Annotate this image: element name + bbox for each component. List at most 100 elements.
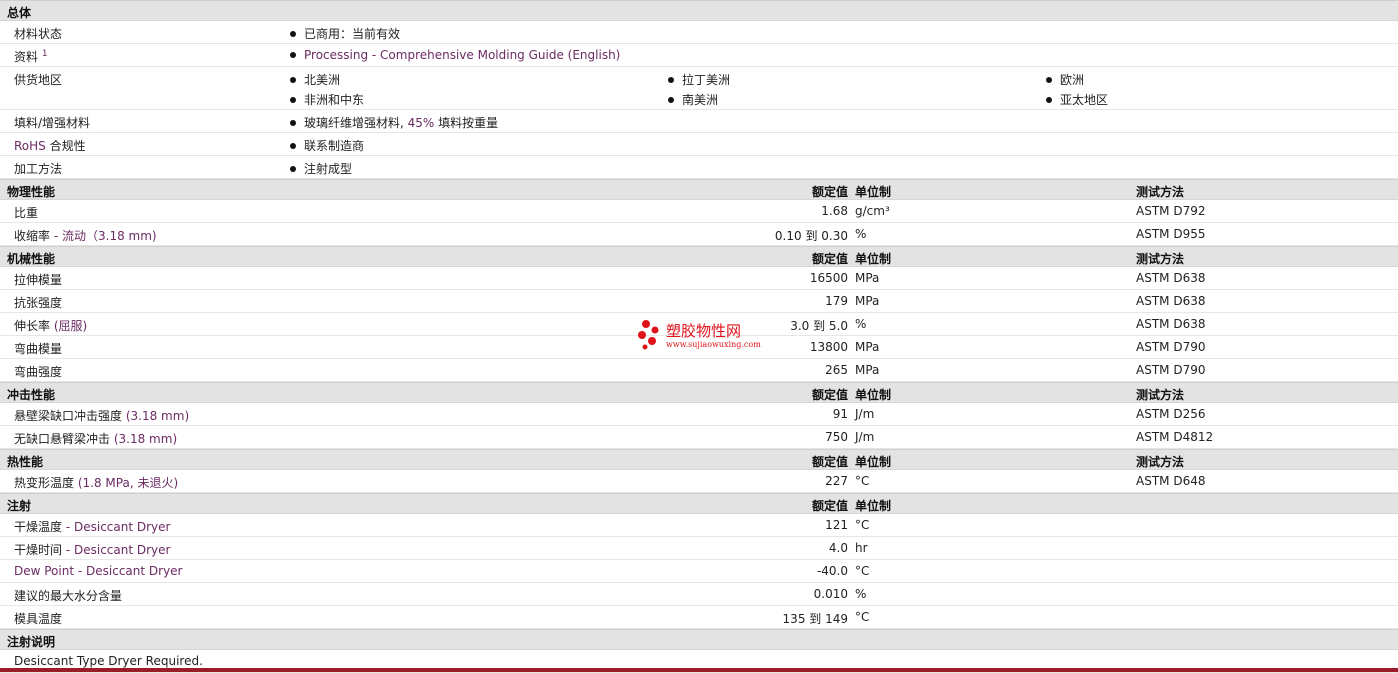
column-header-nominal: 额定值 [811, 499, 848, 513]
nominal-value: 227 [825, 474, 848, 488]
nominal-value: 0.10 到 0.30 [774, 229, 848, 243]
section-header-physical: 物理性能 额定值 单位制 测试方法 [0, 179, 1398, 200]
unit-value: MPa [855, 363, 880, 377]
row-label: 拉伸模量 [14, 273, 63, 287]
bullet-item: 注射成型 [290, 160, 352, 177]
bullet-icon [290, 52, 296, 58]
unit-value: g/cm³ [855, 204, 890, 218]
test-method: ASTM D638 [1136, 317, 1206, 331]
section-header-mechanical: 机械性能 额定值 单位制 测试方法 [0, 246, 1398, 267]
row-label: 干燥时间 - Desiccant Dryer [14, 543, 171, 557]
test-method: ASTM D256 [1136, 407, 1206, 421]
table-row: 无缺口悬臂梁冲击 (3.18 mm) 750 J/m ASTM D4812 [0, 426, 1398, 449]
row-material-status: 材料状态 已商用：当前有效 [0, 21, 1398, 44]
footer-bar [0, 668, 1398, 672]
molecule-logo-icon [638, 320, 659, 350]
nominal-value: 121 [825, 518, 848, 532]
nominal-value: 179 [825, 294, 848, 308]
nominal-value: 16500 [809, 271, 848, 285]
notes-text: Desiccant Type Dryer Required. [14, 654, 203, 668]
unit-value: °C [855, 564, 870, 578]
row-label: 弯曲模量 [14, 342, 63, 356]
watermark-url: www.sujiaowuxing.com [666, 340, 761, 349]
watermark-name: 塑胶物性网 [666, 322, 742, 340]
unit-value: °C [855, 610, 870, 624]
thermal-rows: 热变形温度 (1.8 MPa, 未退火) 227 °C ASTM D648 [0, 470, 1398, 493]
section-header-impact: 冲击性能 额定值 单位制 测试方法 [0, 382, 1398, 403]
bullet-icon [1046, 97, 1052, 103]
table-row: 悬壁梁缺口冲击强度 (3.18 mm) 91 J/m ASTM D256 [0, 403, 1398, 426]
row-label: 无缺口悬臂梁冲击 (3.18 mm) [14, 432, 178, 446]
section-header-notes: 注射说明 [0, 629, 1398, 650]
row-condition: (屈服) [53, 319, 88, 333]
column-header-test: 测试方法 [1136, 185, 1185, 199]
test-method: ASTM D638 [1136, 271, 1206, 285]
row-condition: - Desiccant Dryer [65, 520, 171, 534]
bullet-icon [290, 77, 296, 83]
nominal-value: 1.68 [821, 204, 848, 218]
bullet-item: 已商用：当前有效 [290, 25, 400, 42]
row-processing-method: 加工方法 注射成型 [0, 156, 1398, 179]
section-header-injection: 注射 额定值 单位制 [0, 493, 1398, 514]
bullet-icon [290, 120, 296, 126]
nominal-value: -40.0 [816, 564, 848, 578]
bullet-icon [290, 143, 296, 149]
nominal-value: 0.010 [813, 587, 848, 601]
section-title: 总体 [7, 6, 32, 20]
table-row: 拉伸模量 16500 MPa ASTM D638 [0, 267, 1398, 290]
row-condition: - Desiccant Dryer [65, 543, 171, 557]
unit-value: °C [855, 474, 870, 488]
section-title: 热性能 [7, 455, 44, 469]
unit-value: °C [855, 518, 870, 532]
row-label: 材料状态 [14, 27, 63, 41]
test-method: ASTM D638 [1136, 294, 1206, 308]
row-label: 弯曲强度 [14, 365, 63, 379]
section-title: 机械性能 [7, 252, 56, 266]
section-header-thermal: 热性能 额定值 单位制 测试方法 [0, 449, 1398, 470]
row-filler: 填料/增强材料 玻璃纤维增强材料, 45% 填料按重量 [0, 110, 1398, 133]
test-method: ASTM D4812 [1136, 430, 1214, 444]
row-label: 干燥温度 - Desiccant Dryer [14, 520, 171, 534]
literature-link[interactable]: Processing - Comprehensive Molding Guide… [304, 48, 620, 62]
table-row: 比重 1.68 g/cm³ ASTM D792 [0, 200, 1398, 223]
region-item: 非洲和中东 [290, 91, 364, 108]
region-item: 欧洲 [1046, 71, 1084, 88]
table-row: 干燥温度 - Desiccant Dryer 121 °C [0, 514, 1398, 537]
row-availability: 供货地区 北美洲 拉丁美洲 欧洲 非洲和中东 南美洲 亚太地区 [0, 67, 1398, 110]
nominal-value: 13800 [809, 340, 848, 354]
unit-value: % [855, 227, 867, 241]
column-header-nominal: 额定值 [811, 252, 848, 266]
unit-value: J/m [855, 407, 875, 421]
unit-value: MPa [855, 294, 880, 308]
region-item: 南美洲 [668, 91, 718, 108]
region-item: 拉丁美洲 [668, 71, 730, 88]
region-item: 亚太地区 [1046, 91, 1108, 108]
row-label: 填料/增强材料 [14, 116, 91, 130]
row-condition: - 流动（3.18 mm) [53, 229, 157, 243]
table-row: 建议的最大水分含量 0.010% [0, 583, 1398, 606]
column-header-unit: 单位制 [855, 455, 892, 469]
row-rohs: RoHS 合规性 联系制造商 [0, 133, 1398, 156]
unit-value: hr [855, 541, 868, 555]
column-header-nominal: 额定值 [811, 185, 848, 199]
unit-value: MPa [855, 271, 880, 285]
table-row: 抗张强度 179 MPa ASTM D638 [0, 290, 1398, 313]
row-label: Dew Point - Desiccant Dryer [14, 564, 183, 578]
row-condition: (1.8 MPa, 未退火) [77, 476, 179, 490]
section-title: 物理性能 [7, 185, 56, 199]
row-label: 供货地区 [14, 73, 63, 87]
bullet-icon [668, 77, 674, 83]
unit-value: MPa [855, 340, 880, 354]
section-title: 注射说明 [7, 635, 56, 649]
unit-value: J/m [855, 430, 875, 444]
column-header-unit: 单位制 [855, 185, 892, 199]
row-label: RoHS 合规性 [14, 139, 86, 153]
nominal-value: 265 [825, 363, 848, 377]
column-header-unit: 单位制 [855, 252, 892, 266]
row-label: 抗张强度 [14, 296, 63, 310]
column-header-test: 测试方法 [1136, 388, 1185, 402]
row-condition: (3.18 mm) [113, 432, 178, 446]
row-label: 收缩率 - 流动（3.18 mm) [14, 229, 157, 243]
bullet-icon [290, 97, 296, 103]
row-literature: 资料 1 Processing - Comprehensive Molding … [0, 44, 1398, 67]
